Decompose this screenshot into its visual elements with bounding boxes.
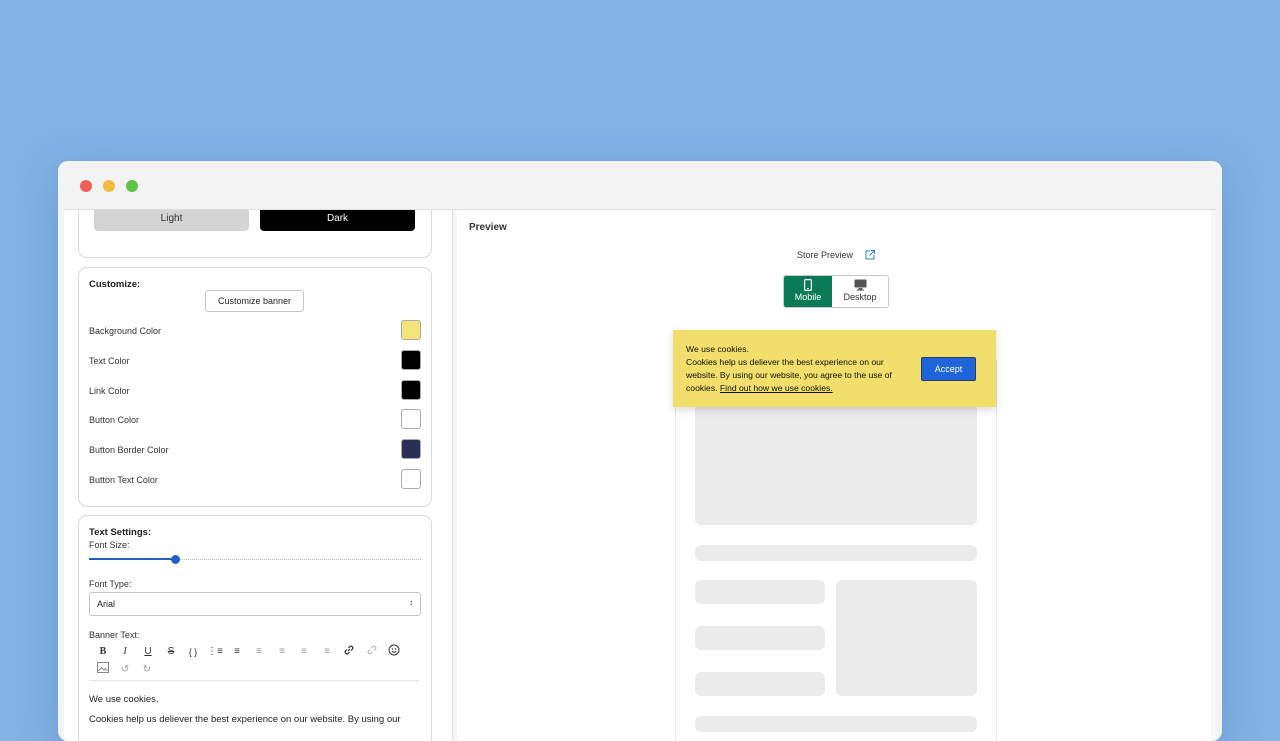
- button-text-color-label: Button Text Color: [89, 475, 158, 485]
- text-color-row: Text Color: [89, 350, 421, 374]
- placeholder-block: [695, 672, 825, 696]
- image-icon[interactable]: [95, 662, 111, 678]
- font-size-label: Font Size:: [89, 540, 130, 550]
- slider-fill: [89, 558, 176, 560]
- customize-banner-button[interactable]: Customize banner: [205, 290, 304, 312]
- app-window: Light Dark Customize: Customize banner B…: [58, 161, 1222, 741]
- text-settings-card: Text Settings: Font Size: Font Type: Ari…: [78, 515, 432, 741]
- bullet-list-icon[interactable]: ⋮≡: [207, 644, 223, 660]
- desktop-device-button[interactable]: Desktop: [832, 276, 888, 307]
- bold-icon[interactable]: B: [95, 644, 111, 660]
- theme-light-button[interactable]: Light: [94, 210, 249, 231]
- underline-icon[interactable]: U: [140, 644, 156, 660]
- placeholder-line: [695, 716, 977, 732]
- store-preview-link[interactable]: Store Preview: [797, 250, 853, 260]
- text-color-label: Text Color: [89, 356, 130, 366]
- background-color-label: Background Color: [89, 326, 162, 336]
- banner-cookie-link[interactable]: Find out how we use cookies.: [720, 383, 833, 393]
- mobile-label: Mobile: [794, 292, 822, 302]
- button-border-color-row: Button Border Color: [89, 439, 421, 463]
- button-color-label: Button Color: [89, 415, 140, 425]
- button-text-color-row: Button Text Color: [89, 469, 421, 493]
- preview-title: Preview: [469, 222, 507, 233]
- banner-line-1: We use cookies.: [686, 344, 749, 354]
- theme-dark-button[interactable]: Dark: [260, 210, 415, 231]
- accept-button[interactable]: Accept: [921, 357, 976, 381]
- placeholder-image: [836, 580, 977, 696]
- placeholder-hero: [695, 403, 977, 525]
- italic-icon[interactable]: I: [117, 644, 133, 660]
- banner-line-3: website. By using our website, you agree…: [686, 370, 892, 380]
- font-size-slider[interactable]: [89, 555, 421, 564]
- strikethrough-icon[interactable]: S: [163, 644, 179, 660]
- link-color-row: Link Color: [89, 380, 421, 404]
- device-toggle: Mobile Desktop: [783, 275, 889, 308]
- undo-icon[interactable]: ↺: [117, 662, 133, 678]
- emoji-icon[interactable]: [386, 644, 402, 660]
- link-color-swatch[interactable]: [401, 380, 421, 400]
- font-type-label: Font Type:: [89, 579, 132, 589]
- customize-title: Customize:: [89, 279, 141, 290]
- font-type-value: Arial: [97, 599, 116, 609]
- unlink-icon[interactable]: [364, 644, 380, 660]
- placeholder-line: [695, 545, 977, 561]
- align-justify-icon[interactable]: ≡: [319, 644, 335, 660]
- banner-text-label: Banner Text:: [89, 630, 140, 640]
- background-color-swatch[interactable]: [401, 320, 421, 340]
- banner-text: We use cookies. Cookies help us deliever…: [686, 343, 911, 395]
- external-link-icon[interactable]: [864, 248, 876, 260]
- title-bar: [58, 161, 1222, 209]
- mobile-device-button[interactable]: Mobile: [784, 276, 832, 307]
- settings-panel[interactable]: Light Dark Customize: Customize banner B…: [64, 210, 453, 741]
- minimize-window-button[interactable]: [103, 180, 115, 192]
- banner-line-4: cookies. Find out how we use cookies.: [686, 382, 911, 395]
- placeholder-block: [695, 626, 825, 650]
- redo-icon[interactable]: ↻: [139, 662, 155, 678]
- mobile-preview-frame: [675, 360, 997, 741]
- mobile-icon: [804, 279, 812, 291]
- link-icon[interactable]: [341, 644, 357, 660]
- button-border-color-swatch[interactable]: [401, 439, 421, 459]
- editor-line-1[interactable]: We use cookies.: [89, 694, 159, 705]
- align-center-icon[interactable]: ≡: [274, 644, 290, 660]
- preview-panel: Preview Store Preview Mobile Desktop We …: [457, 210, 1211, 741]
- button-text-color-swatch[interactable]: [401, 469, 421, 489]
- align-right-icon[interactable]: ≡: [296, 644, 312, 660]
- placeholder-block: [695, 580, 825, 604]
- background-color-row: Background Color: [89, 320, 421, 344]
- theme-card: Light Dark: [78, 210, 432, 258]
- slider-thumb[interactable]: [170, 555, 180, 564]
- font-type-select[interactable]: Arial ↕: [89, 592, 421, 616]
- desktop-icon: [854, 279, 866, 291]
- button-border-color-label: Button Border Color: [89, 445, 169, 455]
- cookie-banner-preview: We use cookies. Cookies help us deliever…: [673, 330, 996, 407]
- text-settings-title: Text Settings:: [89, 527, 152, 538]
- numbered-list-icon[interactable]: ≡: [229, 644, 245, 660]
- customize-card: Customize: Customize banner Background C…: [78, 267, 432, 507]
- banner-line-4-prefix: cookies.: [686, 383, 718, 393]
- app-content: Light Dark Customize: Customize banner B…: [64, 209, 1216, 741]
- code-icon[interactable]: { }: [185, 644, 201, 660]
- maximize-window-button[interactable]: [126, 180, 138, 192]
- align-left-icon[interactable]: ≡: [251, 644, 267, 660]
- select-caret-icon: ↕: [409, 598, 413, 607]
- desktop-label: Desktop: [843, 292, 877, 302]
- rich-text-toolbar: B I U S { } ⋮≡ ≡ ≡ ≡ ≡ ≡ ↺ ↻: [89, 642, 419, 681]
- button-color-swatch[interactable]: [401, 409, 421, 429]
- close-window-button[interactable]: [80, 180, 92, 192]
- text-color-swatch[interactable]: [401, 350, 421, 370]
- button-color-row: Button Color: [89, 409, 421, 433]
- link-color-label: Link Color: [89, 386, 130, 396]
- banner-line-2: Cookies help us deliever the best experi…: [686, 357, 884, 367]
